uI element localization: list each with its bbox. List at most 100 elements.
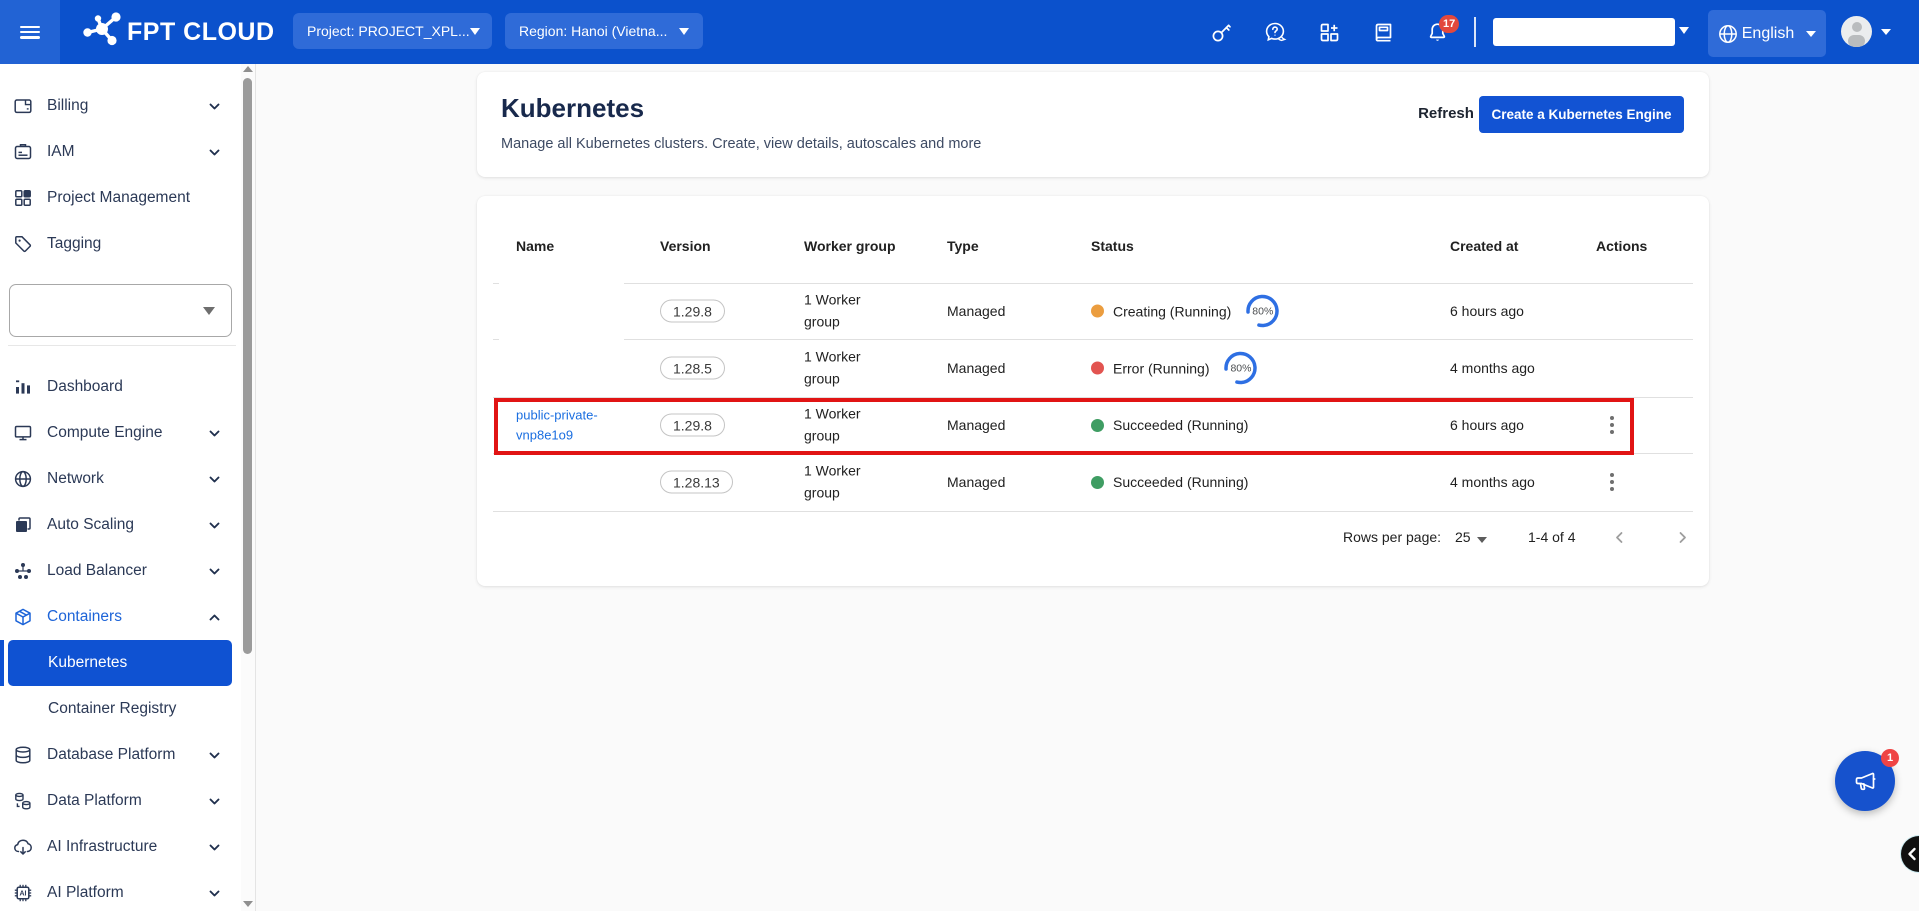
row-actions-menu-button[interactable] (1605, 416, 1619, 434)
help-chat-icon[interactable] (1258, 15, 1292, 49)
language-selector[interactable]: English (1708, 10, 1826, 57)
language-label: English (1742, 25, 1794, 43)
fab-badge: 1 (1881, 749, 1899, 767)
scrollbar-up-arrow-icon[interactable] (243, 66, 253, 72)
column-header-type: Type (947, 196, 979, 283)
created-at-cell: 6 hours ago (1450, 417, 1524, 433)
page-title: Kubernetes (501, 93, 644, 124)
logo-molecule-icon (82, 9, 122, 56)
compute-engine-icon (13, 423, 33, 443)
chevron-down-icon (470, 28, 480, 35)
column-header-created-at: Created at (1450, 196, 1518, 283)
worker-group-cell: 1 Worker group (804, 461, 888, 504)
sidebar-item-dashboard[interactable]: Dashboard (0, 364, 240, 410)
project-selector[interactable]: Project: PROJECT_XPL... (293, 13, 492, 49)
sidebar-item-database-platform[interactable]: Database Platform (0, 732, 240, 778)
status-dot (1091, 476, 1104, 489)
sidebar-item-label: AI Infrastructure (47, 838, 157, 856)
chevron-down-icon[interactable] (1881, 29, 1891, 35)
status-label: Succeeded (Running) (1113, 417, 1248, 433)
sidebar-filter-select[interactable] (9, 284, 232, 337)
sidebar-item-ai-platform[interactable]: AIAI Platform (0, 870, 240, 911)
sidebar-item-label: Tagging (47, 235, 101, 253)
previous-page-button[interactable] (1607, 525, 1631, 549)
globe-icon (1718, 24, 1738, 44)
sidebar-item-project-management[interactable]: Project Management (0, 175, 240, 221)
version-cell: 1.28.13 (660, 471, 733, 494)
hamburger-menu-button[interactable] (0, 0, 60, 64)
chevron-down-icon (205, 424, 223, 442)
user-avatar[interactable] (1841, 16, 1872, 47)
sidebar-item-label: Data Platform (47, 792, 142, 810)
hamburger-icon (20, 26, 40, 39)
region-selector[interactable]: Region: Hanoi (Vietna... (505, 13, 703, 49)
announcements-fab[interactable]: 1 (1835, 751, 1895, 811)
sidebar-item-iam[interactable]: IAM (0, 129, 240, 175)
chevron-down-icon (205, 792, 223, 810)
chevron-down-icon (205, 470, 223, 488)
chevron-down-icon (203, 307, 215, 315)
scrollbar-down-arrow-icon[interactable] (243, 901, 253, 907)
status-cell: Succeeded (Running) (1091, 417, 1248, 433)
project-selector-label: Project: PROJECT_XPL... (307, 23, 470, 39)
notification-bell-icon[interactable]: 17 (1420, 15, 1454, 49)
containers-icon (13, 607, 33, 627)
chevron-down-icon[interactable] (1679, 27, 1689, 34)
scrollbar-thumb[interactable] (243, 78, 252, 654)
sidebar-item-compute-engine[interactable]: Compute Engine (0, 410, 240, 456)
key-icon[interactable] (1204, 15, 1238, 49)
clusters-table-card: NameVersionWorker groupTypeStatusCreated… (477, 196, 1709, 586)
load-balancer-icon (13, 561, 33, 581)
docs-book-icon[interactable] (1366, 15, 1400, 49)
next-page-button[interactable] (1670, 525, 1694, 549)
sidebar-item-container-registry[interactable]: Container Registry (0, 686, 240, 732)
fpt-cloud-logo: FPT CLOUD (82, 0, 275, 64)
top-bar: FPT CLOUD Project: PROJECT_XPL... Region… (0, 0, 1919, 64)
worker-group-cell: 1 Worker group (804, 404, 888, 447)
sidebar-item-billing[interactable]: Billing (0, 83, 240, 129)
sidebar-item-label: Database Platform (47, 746, 175, 764)
sidebar-item-ai-infrastructure[interactable]: AI Infrastructure (0, 824, 240, 870)
version-cell: 1.28.5 (660, 357, 725, 380)
sidebar-item-auto-scaling[interactable]: Auto Scaling (0, 502, 240, 548)
sidebar-nav: Billing IAM Project Management Tagging Dashb… (0, 64, 256, 911)
version-cell: 1.29.8 (660, 414, 725, 437)
sidebar-scrollbar[interactable] (241, 64, 255, 911)
project-management-icon (13, 188, 33, 208)
chevron-down-icon (679, 28, 689, 35)
page-subtitle: Manage all Kubernetes clusters. Create, … (501, 136, 981, 152)
cluster-name-link[interactable]: public-private-vnp8e1o9 (516, 406, 638, 445)
sidebar-item-label: IAM (47, 143, 75, 161)
chevron-down-icon[interactable] (1477, 537, 1487, 543)
rows-per-page-value[interactable]: 25 (1455, 529, 1471, 545)
sidebar-item-tagging[interactable]: Tagging (0, 221, 240, 267)
type-cell: Managed (947, 303, 1005, 319)
sidebar-item-label: Compute Engine (47, 424, 162, 442)
sidebar-item-containers[interactable]: Containers (0, 594, 240, 640)
sidebar-item-kubernetes[interactable]: Kubernetes (0, 640, 240, 686)
refresh-button[interactable]: Refresh (1415, 100, 1477, 126)
sidebar-item-data-platform[interactable]: Data Platform (0, 778, 240, 824)
status-label: Succeeded (Running) (1113, 474, 1248, 490)
table-pagination: Rows per page: 25 1-4 of 4 (477, 511, 1709, 563)
sidebar-item-label: Kubernetes (48, 654, 127, 672)
row-actions-menu-button[interactable] (1605, 473, 1619, 491)
sidebar-item-load-balancer[interactable]: Load Balancer (0, 548, 240, 594)
worker-group-cell: 1 Worker group (804, 290, 888, 333)
progress-label: 80% (1222, 350, 1259, 387)
sidebar-item-label: Containers (47, 608, 122, 626)
create-kubernetes-engine-button[interactable]: Create a Kubernetes Engine (1479, 96, 1684, 133)
topbar-account-select[interactable] (1493, 18, 1675, 46)
apps-grid-icon[interactable] (1312, 15, 1346, 49)
chevron-down-icon (205, 562, 223, 580)
rows-per-page-label: Rows per page: (1343, 529, 1441, 545)
sidebar-item-network[interactable]: Network (0, 456, 240, 502)
ai-infrastructure-icon (13, 837, 33, 857)
status-dot (1091, 362, 1104, 375)
progress-label: 80% (1244, 293, 1281, 330)
progress-ring: 80% (1244, 293, 1281, 330)
name-redaction-overlay (499, 271, 624, 348)
sidebar-item-label: Project Management (47, 189, 190, 207)
column-header-version: Version (660, 196, 711, 283)
sidebar-item-label: Billing (47, 97, 88, 115)
